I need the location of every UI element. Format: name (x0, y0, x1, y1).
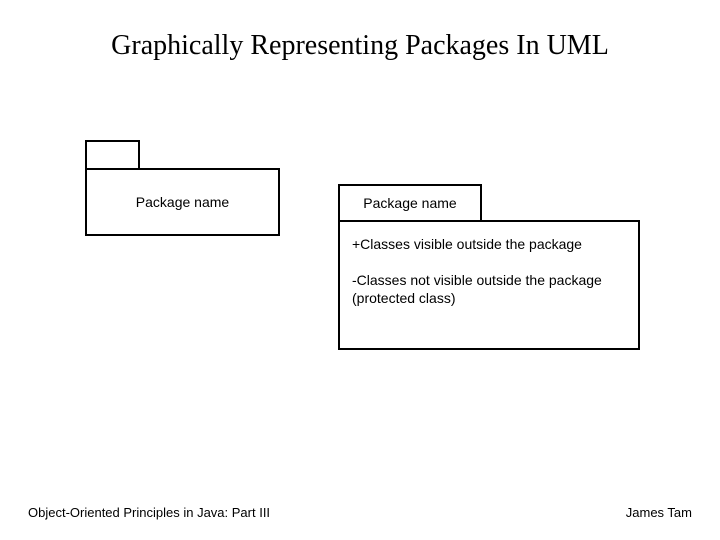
left-package-label: Package name (136, 194, 229, 210)
right-package-label: Package name (363, 195, 456, 211)
right-package-tab: Package name (338, 184, 482, 222)
visible-classes-line: +Classes visible outside the package (352, 236, 626, 252)
slide-title: Graphically Representing Packages In UML (0, 30, 720, 62)
left-package-tab (85, 140, 140, 170)
right-package-body: +Classes visible outside the package -Cl… (338, 220, 640, 350)
footer-right: James Tam (626, 505, 692, 520)
footer-left: Object-Oriented Principles in Java: Part… (28, 505, 270, 520)
left-package-body: Package name (85, 168, 280, 236)
hidden-classes-line: -Classes not visible outside the package… (352, 272, 626, 307)
